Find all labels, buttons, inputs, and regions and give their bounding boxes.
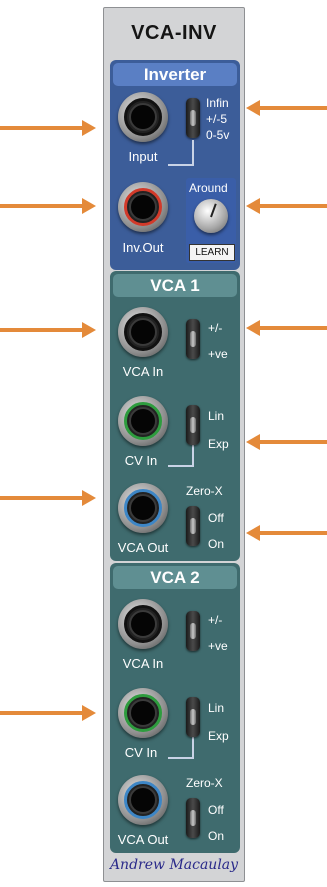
- vca2-zerox-switch[interactable]: [186, 798, 200, 838]
- annotation-arrow-inv-out: [0, 198, 96, 214]
- vca1-out-jack[interactable]: [118, 483, 168, 533]
- range-switch-wire: [168, 140, 194, 166]
- vca2-in-label: VCA In: [122, 656, 164, 671]
- annotation-arrow-vca1-polarity: [246, 320, 327, 336]
- inv-out-jack[interactable]: [118, 182, 168, 232]
- inverter-title: Inverter: [113, 63, 237, 86]
- annotation-arrow-vca2-cv-in: [0, 705, 96, 721]
- vca1-response-switch[interactable]: [186, 405, 200, 445]
- vca1-section: VCA 1 VCA In +/- +ve CV In Lin Exp VCA O…: [110, 271, 240, 561]
- annotation-arrow-input: [0, 120, 96, 136]
- annotation-arrow-range-switch: [246, 100, 327, 116]
- vca2-polarity-bottom: +ve: [208, 639, 228, 653]
- module-panel: VCA-INV Inverter Input Infin +/-5 0-5v I…: [103, 7, 245, 882]
- vca2-cv-in-label: CV In: [124, 745, 158, 760]
- vca2-polarity-top: +/-: [208, 613, 223, 627]
- inverter-section: Inverter Input Infin +/-5 0-5v Inv.Out A…: [110, 60, 240, 270]
- vca1-response-bottom: Exp: [208, 437, 229, 451]
- vca2-response-switch[interactable]: [186, 697, 200, 737]
- learn-button[interactable]: LEARN: [189, 244, 235, 261]
- vca1-polarity-switch[interactable]: [186, 319, 200, 359]
- module-title: VCA-INV: [131, 22, 217, 44]
- around-control: Around LEARN: [186, 178, 236, 263]
- annotation-arrow-vca1-in: [0, 322, 96, 338]
- vca1-in-label: VCA In: [122, 364, 164, 379]
- annotation-arrow-vca1-response: [246, 434, 327, 450]
- vca2-response-top: Lin: [208, 701, 225, 715]
- vca2-out-jack[interactable]: [118, 775, 168, 825]
- vca2-polarity-switch[interactable]: [186, 611, 200, 651]
- range-option-pm5: +/-5: [206, 112, 228, 126]
- range-option-0-5v: 0-5v: [206, 128, 230, 142]
- vca1-zerox-off: Off: [208, 511, 224, 525]
- vca1-in-jack[interactable]: [118, 307, 168, 357]
- input-jack[interactable]: [118, 92, 168, 142]
- around-knob[interactable]: [194, 199, 228, 233]
- inv-out-label: Inv.Out: [122, 240, 164, 255]
- vca1-zerox-on: On: [208, 537, 225, 551]
- vca1-zerox-title: Zero-X: [186, 484, 223, 498]
- vca2-response-wire: [168, 735, 194, 759]
- range-switch[interactable]: [186, 98, 200, 138]
- vca2-response-bottom: Exp: [208, 729, 229, 743]
- vca1-zerox-switch[interactable]: [186, 506, 200, 546]
- range-option-infin: Infin: [206, 96, 229, 110]
- annotation-arrow-vca1-out: [0, 490, 96, 506]
- author-signature: Andrew Macaulay: [109, 857, 239, 873]
- around-label: Around: [189, 181, 228, 195]
- annotation-arrow-around-knob: [246, 198, 327, 214]
- vca2-out-label: VCA Out: [117, 832, 169, 847]
- vca1-response-top: Lin: [208, 409, 225, 423]
- vca2-section: VCA 2 VCA In +/- +ve CV In Lin Exp VCA O…: [110, 563, 240, 853]
- vca2-title: VCA 2: [113, 566, 237, 589]
- vca1-response-wire: [168, 443, 194, 467]
- vca2-zerox-on: On: [208, 829, 225, 843]
- vca2-zerox-off: Off: [208, 803, 224, 817]
- vca1-polarity-top: +/-: [208, 321, 223, 335]
- vca1-cv-in-jack[interactable]: [118, 396, 168, 446]
- vca1-cv-in-label: CV In: [124, 453, 158, 468]
- vca1-title: VCA 1: [113, 274, 237, 297]
- vca2-in-jack[interactable]: [118, 599, 168, 649]
- vca1-out-label: VCA Out: [117, 540, 169, 555]
- vca2-cv-in-jack[interactable]: [118, 688, 168, 738]
- vca2-zerox-title: Zero-X: [186, 776, 223, 790]
- vca1-polarity-bottom: +ve: [208, 347, 228, 361]
- annotation-arrow-vca1-zerox: [246, 525, 327, 541]
